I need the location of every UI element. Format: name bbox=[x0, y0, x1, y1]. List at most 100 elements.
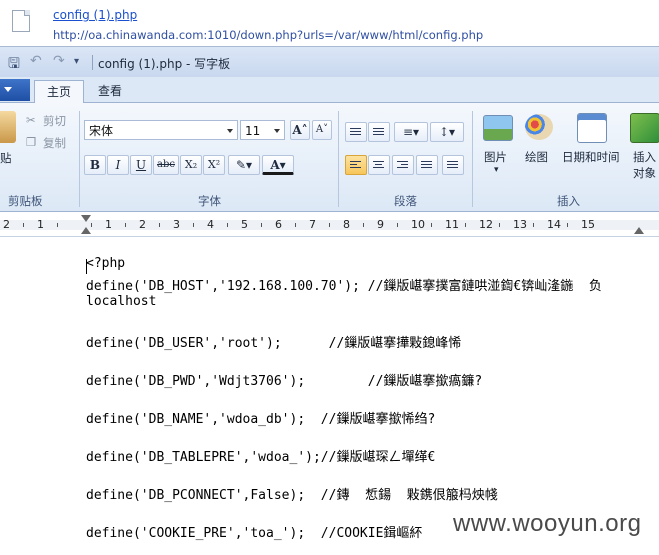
bold-button[interactable]: B bbox=[84, 155, 106, 175]
ruler-label: 3 bbox=[173, 218, 180, 231]
font-size-value: 11 bbox=[245, 124, 261, 138]
download-bar: config (1).php http://oa.chinawanda.com:… bbox=[0, 0, 659, 44]
document-line: define('DB_PWD','Wdjt3706'); //鏁版嵁搴撳瘑鐮? bbox=[86, 374, 483, 389]
shrink-font-button[interactable]: A˅ bbox=[312, 120, 332, 140]
ruler-tick bbox=[431, 223, 432, 227]
ruler-tick bbox=[23, 223, 24, 227]
italic-button[interactable]: I bbox=[107, 155, 129, 175]
document-line: define('DB_TABLEPRE','wdoa_');//鏁版嵁琛ㄥ墠缂€ bbox=[86, 450, 436, 465]
ruler-tick bbox=[295, 223, 296, 227]
cut-button[interactable]: 剪切 bbox=[43, 113, 66, 129]
ruler-label: 7 bbox=[309, 218, 316, 231]
ruler-label: 1 bbox=[37, 218, 44, 231]
download-url-link[interactable]: http://oa.chinawanda.com:1010/down.php?u… bbox=[53, 28, 483, 42]
document-line: define('DB_USER','root'); //鏁版嵁搴撶敤鎴峰悕 bbox=[86, 336, 462, 351]
ruler-tick bbox=[125, 223, 126, 227]
increase-indent-button[interactable] bbox=[368, 122, 390, 142]
group-separator bbox=[338, 111, 339, 207]
document-area[interactable]: <?php define('DB_HOST','192.168.100.70');… bbox=[0, 237, 659, 555]
redo-icon[interactable]: ↷ bbox=[53, 53, 65, 69]
subscript-button[interactable]: X₂ bbox=[180, 155, 202, 175]
paragraph-group-label: 段落 bbox=[394, 194, 417, 208]
ruler-label: 11 bbox=[445, 218, 459, 231]
insert-drawing-button[interactable]: 绘图 bbox=[525, 149, 548, 165]
ruler-label: 9 bbox=[377, 218, 384, 231]
chevron-down-icon bbox=[227, 129, 233, 133]
paint-palette-icon[interactable] bbox=[525, 114, 553, 140]
group-separator bbox=[472, 111, 473, 207]
ruler-label: 4 bbox=[207, 218, 214, 231]
document-line: define('DB_NAME','wdoa_db'); //鏁版嵁搴撳悕绉? bbox=[86, 412, 436, 427]
document-line: localhost bbox=[86, 294, 157, 309]
justify-button[interactable] bbox=[416, 155, 438, 175]
watermark: www.wooyun.org bbox=[453, 510, 642, 537]
title-separator bbox=[92, 55, 93, 70]
cut-icon[interactable]: ✂ bbox=[26, 113, 36, 127]
ribbon: 贴 ✂ 剪切 ❐ 复制 剪贴板 宋体 11 A˄ A˅ B I U abc X₂… bbox=[0, 103, 659, 212]
document-line: define('DB_HOST','192.168.100.70'); //鏁版… bbox=[86, 279, 602, 294]
copy-button[interactable]: 复制 bbox=[43, 135, 66, 151]
document-line: define('COOKIE_PRE','toa_'); //COOKIE鍓嶇紑 bbox=[86, 526, 423, 541]
tab-view[interactable]: 查看 bbox=[86, 80, 134, 102]
ruler-tick bbox=[533, 223, 534, 227]
insert-datetime-button[interactable]: 日期和时间 bbox=[562, 149, 620, 165]
copy-icon[interactable]: ❐ bbox=[26, 135, 36, 149]
insert-picture-button[interactable]: 图片 bbox=[484, 149, 507, 165]
chevron-down-icon: ▾ bbox=[494, 165, 499, 175]
ruler-tick bbox=[397, 223, 398, 227]
font-family-select[interactable]: 宋体 bbox=[84, 120, 238, 140]
first-line-indent-marker[interactable] bbox=[81, 215, 91, 222]
line-spacing-button[interactable]: ↕▾ bbox=[430, 122, 464, 142]
paragraph-dialog-button[interactable] bbox=[442, 155, 464, 175]
ruler[interactable]: 2 1 1 2 3 4 5 6 7 8 9 10 11 12 13 14 15 bbox=[0, 213, 659, 237]
grow-font-button[interactable]: A˄ bbox=[290, 120, 310, 140]
save-icon[interactable]: 🖫 bbox=[8, 53, 20, 77]
ruler-label: 5 bbox=[241, 218, 248, 231]
insert-object-icon[interactable] bbox=[630, 113, 659, 143]
list-style-button[interactable]: ≡▾ bbox=[394, 122, 428, 142]
chevron-down-icon bbox=[274, 129, 280, 133]
font-color-button[interactable]: A▾ bbox=[262, 155, 294, 175]
ruler-label: 12 bbox=[479, 218, 493, 231]
underline-button[interactable]: U bbox=[130, 155, 152, 175]
ruler-tick bbox=[91, 223, 92, 227]
align-left-button[interactable] bbox=[345, 155, 367, 175]
document-line: <?php bbox=[86, 256, 126, 271]
highlight-color-button[interactable]: ✎▾ bbox=[228, 155, 260, 175]
picture-icon[interactable] bbox=[483, 115, 513, 141]
paste-icon[interactable] bbox=[0, 111, 16, 143]
window-title: config (1).php - 写字板 bbox=[98, 57, 231, 71]
ruler-label: 14 bbox=[547, 218, 561, 231]
ruler-label: 1 bbox=[105, 218, 112, 231]
document-line: define('DB_PCONNECT',False); //鏄 惁鍚 敤鎸佷箙… bbox=[86, 488, 498, 503]
ruler-tick bbox=[57, 223, 58, 227]
ruler-tick bbox=[261, 223, 262, 227]
align-right-button[interactable] bbox=[392, 155, 414, 175]
tab-home[interactable]: 主页 bbox=[34, 80, 85, 103]
ruler-label: 2 bbox=[139, 218, 146, 231]
ruler-tick bbox=[193, 223, 194, 227]
customize-quick-access-icon[interactable]: ▾ bbox=[74, 56, 79, 67]
ruler-label: 13 bbox=[513, 218, 527, 231]
left-indent-marker[interactable] bbox=[81, 227, 91, 234]
paste-label: 贴 bbox=[0, 151, 12, 165]
ruler-tick bbox=[227, 223, 228, 227]
calendar-clock-icon[interactable] bbox=[577, 113, 607, 143]
ruler-tick bbox=[363, 223, 364, 227]
ruler-label: 10 bbox=[411, 218, 425, 231]
undo-icon[interactable]: ↶ bbox=[30, 53, 42, 69]
align-center-button[interactable] bbox=[368, 155, 390, 175]
ruler-tick bbox=[329, 223, 330, 227]
strikethrough-button[interactable]: abc bbox=[153, 155, 179, 175]
font-family-value: 宋体 bbox=[89, 124, 114, 138]
font-size-select[interactable]: 11 bbox=[240, 120, 285, 140]
ruler-label: 8 bbox=[343, 218, 350, 231]
decrease-indent-button[interactable] bbox=[345, 122, 367, 142]
title-bar: 🖫 ↶ ↷ ▾ config (1).php - 写字板 bbox=[0, 46, 659, 77]
ruler-label: 2 bbox=[3, 218, 10, 231]
file-menu-button[interactable] bbox=[0, 79, 30, 101]
download-filename-link[interactable]: config (1).php bbox=[53, 8, 137, 22]
superscript-button[interactable]: X² bbox=[203, 155, 225, 175]
right-indent-marker[interactable] bbox=[634, 227, 644, 234]
insert-object-button[interactable]: 插入 bbox=[633, 149, 656, 165]
